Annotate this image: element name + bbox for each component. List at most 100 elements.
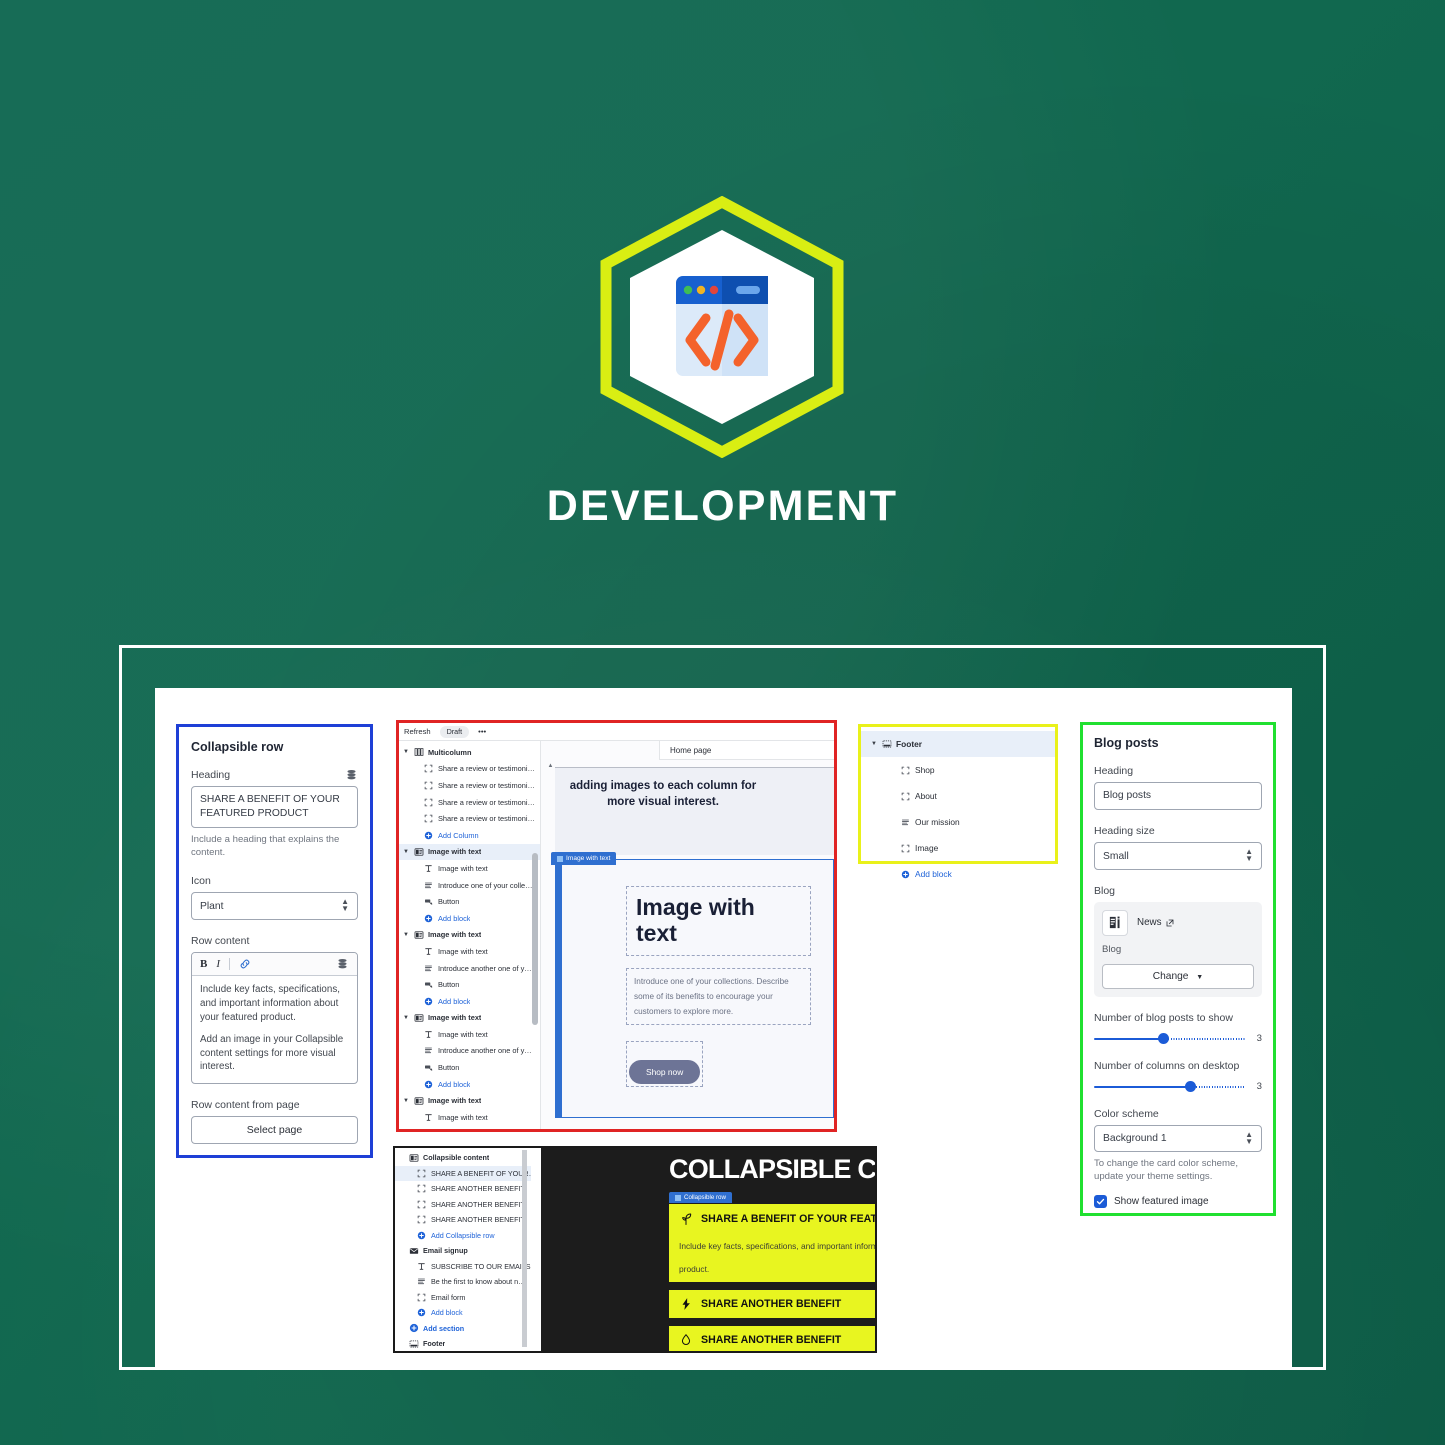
paragraph-icon — [899, 818, 912, 827]
collapsible-row-collapsed[interactable]: SHARE ANOTHER BENEFIT — [669, 1290, 875, 1318]
shop-now-button[interactable]: Shop now — [629, 1060, 701, 1085]
tree-row[interactable]: Add block — [395, 1305, 531, 1321]
icon-select[interactable]: Plant ▲ ▼ — [191, 892, 358, 920]
chevron-down-icon[interactable]: ▼ — [403, 849, 412, 855]
posts-to-show-slider[interactable]: 3 — [1094, 1033, 1262, 1045]
color-scheme-select[interactable]: Background 1 ▲ ▼ — [1094, 1124, 1262, 1153]
multicolumn-text: adding images to each column for more vi… — [569, 780, 757, 808]
chevron-down-icon[interactable]: ▼ — [403, 749, 412, 755]
tree-row[interactable]: ▼ Footer — [861, 731, 1055, 757]
text-icon — [415, 1262, 428, 1271]
paragraph-icon — [422, 881, 435, 890]
plus-circle-icon — [422, 831, 435, 840]
change-button[interactable]: Change ▼ — [1102, 963, 1254, 989]
collapsible-row-badge[interactable]: Collapsible row — [669, 1192, 732, 1203]
tree-row[interactable]: Footer — [395, 1336, 531, 1351]
rte-content[interactable]: Include key facts, specifications, and i… — [192, 976, 357, 1083]
database-icon[interactable] — [345, 769, 358, 781]
tree-row[interactable]: Add Column — [399, 827, 540, 844]
chevron-down-icon[interactable]: ▼ — [871, 741, 880, 747]
refresh-button[interactable]: Refresh — [404, 727, 431, 736]
tree-row[interactable]: Add block — [399, 993, 540, 1010]
section-badge[interactable]: Image with text — [551, 852, 617, 865]
columns-slider[interactable]: 3 — [1094, 1081, 1262, 1093]
preview-paragraph[interactable]: Introduce one of your collections. Descr… — [626, 967, 811, 1026]
tree-row[interactable]: Shop — [861, 757, 1055, 783]
tree-row[interactable]: Collapsible content — [395, 1150, 531, 1166]
select-page-button[interactable]: Select page — [191, 1116, 358, 1145]
panel-title: Collapsible row — [191, 740, 284, 754]
preview-scrollbar[interactable]: ▲ — [547, 763, 554, 1129]
tree-row[interactable]: Button — [399, 893, 540, 910]
tree-row-label: Add Column — [438, 830, 479, 840]
chevron-updown-icon: ▲ ▼ — [1245, 1129, 1253, 1146]
plant-icon — [679, 1212, 693, 1226]
show-featured-image-row[interactable]: Show featured image — [1094, 1195, 1262, 1209]
tree-row[interactable]: Introduce another one of y… — [399, 1043, 540, 1060]
tree-row[interactable]: Image with text — [399, 860, 540, 877]
tree-row[interactable]: SHARE ANOTHER BENEFIT — [395, 1212, 531, 1228]
tree-row[interactable]: Add block — [399, 910, 540, 927]
italic-button[interactable]: I — [216, 958, 220, 970]
tree-row[interactable]: Add Collapsible row — [395, 1228, 531, 1244]
slider-knob[interactable] — [1157, 1033, 1169, 1045]
page-tab-home[interactable]: Home page — [659, 741, 834, 760]
tree-row[interactable]: SHARE ANOTHER BENEFIT — [395, 1181, 531, 1197]
tree-row[interactable]: Image with text — [399, 1109, 540, 1126]
tree-row[interactable]: Share a review or testimoni… — [399, 761, 540, 778]
plus-circle-icon — [415, 1308, 428, 1317]
tree-row[interactable]: SUBSCRIBE TO OUR EMAILS — [395, 1259, 531, 1275]
tree-row[interactable]: ▼ Image with text — [399, 1010, 540, 1027]
tree-row[interactable]: Share a review or testimoni… — [399, 810, 540, 827]
tree-row[interactable]: Add block — [861, 861, 1055, 887]
preview-heading[interactable]: Image with text — [626, 886, 811, 956]
tree-row-label: Add section — [423, 1323, 465, 1333]
slider-knob[interactable] — [1185, 1081, 1197, 1093]
tree-row[interactable]: Share a review or testimoni… — [399, 794, 540, 811]
rte-paragraph: Include key facts, specifications, and i… — [200, 983, 340, 1023]
tree-row[interactable]: Add section — [395, 1321, 531, 1337]
image-with-text-preview-block[interactable]: Image with text Introduce one of your co… — [555, 859, 834, 1118]
tree-row[interactable]: Image with text — [399, 943, 540, 960]
show-featured-image-checkbox[interactable] — [1094, 1195, 1107, 1209]
tree-row[interactable]: Be the first to know about n… — [395, 1274, 531, 1290]
chevron-down-icon[interactable]: ▼ — [403, 1015, 412, 1021]
tree-row[interactable]: ▼ Image with text — [399, 927, 540, 944]
tree-row[interactable]: Email form — [395, 1290, 531, 1306]
collapsible-row-header[interactable]: SHARE A BENEFIT OF YOUR FEATURED PROD — [679, 1212, 875, 1226]
tree-row[interactable]: Email signup — [395, 1243, 531, 1259]
blog-name[interactable]: News — [1137, 917, 1174, 928]
multicolumn-preview-block[interactable]: adding images to each column for more vi… — [555, 767, 834, 855]
tree-row[interactable]: Button — [399, 1059, 540, 1076]
more-options-button[interactable]: ••• — [478, 727, 486, 736]
tree-row[interactable]: Add block — [399, 1076, 540, 1093]
tree-row[interactable]: ▼ Image with text — [399, 843, 540, 861]
tree-row[interactable]: ▼ Multicolumn — [399, 744, 540, 761]
tree-row[interactable]: SHARE A BENEFIT OF YOUR… — [395, 1165, 531, 1181]
link-icon[interactable] — [239, 958, 251, 970]
tree-row[interactable]: ▼ Image with text — [399, 1092, 540, 1109]
chevron-down-icon[interactable]: ▼ — [403, 932, 412, 938]
tree-scrollbar[interactable] — [532, 853, 538, 1025]
slider-track[interactable] — [1094, 1081, 1245, 1093]
tree-row[interactable]: Image — [861, 835, 1055, 861]
tree-row[interactable]: Button — [399, 976, 540, 993]
tree-row[interactable]: SHARE ANOTHER BENEFIT — [395, 1197, 531, 1213]
chevron-down-icon[interactable]: ▼ — [403, 1098, 412, 1104]
bold-button[interactable]: B — [200, 958, 207, 970]
tree-row[interactable]: Introduce another one of y… — [399, 960, 540, 977]
heading-size-select[interactable]: Small ▲ ▼ — [1094, 842, 1262, 870]
heading-input[interactable]: SHARE A BENEFIT OF YOUR FEATURED PRODUCT — [191, 786, 358, 829]
tree-row[interactable]: Introduce one of your colle… — [399, 877, 540, 894]
tree-row[interactable]: About — [861, 783, 1055, 809]
database-icon[interactable] — [336, 958, 349, 970]
tree-row[interactable]: Our mission — [861, 809, 1055, 835]
collapsible-row-expanded[interactable]: SHARE A BENEFIT OF YOUR FEATURED PROD In… — [669, 1204, 875, 1301]
collapsible-row-collapsed[interactable]: SHARE ANOTHER BENEFIT — [669, 1326, 875, 1351]
slider-track[interactable] — [1094, 1033, 1245, 1045]
heading-input[interactable]: Blog posts — [1094, 782, 1262, 811]
tree-row[interactable]: Image with text — [399, 1026, 540, 1043]
tree-scrollbar[interactable] — [522, 1150, 527, 1347]
tree-row[interactable]: Share a review or testimoni… — [399, 777, 540, 794]
scroll-up-arrow[interactable]: ▲ — [547, 763, 554, 769]
